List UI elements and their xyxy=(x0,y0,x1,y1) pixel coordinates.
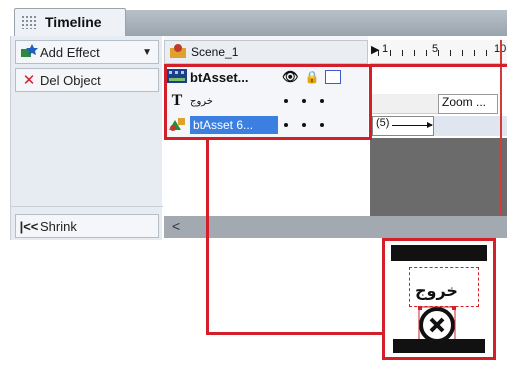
zoom-label: Zoom ... xyxy=(442,95,487,109)
highlight-frame xyxy=(164,64,372,140)
add-effect-icon xyxy=(18,43,40,62)
horizontal-scrollbar[interactable]: < xyxy=(164,216,507,238)
preview-inset: خروج xyxy=(382,238,496,360)
ruler-mark-1: 1 xyxy=(382,43,389,55)
window-header: Timeline xyxy=(0,0,507,36)
preview-bottom-bar xyxy=(393,339,485,353)
tab-timeline[interactable]: Timeline xyxy=(14,8,126,36)
timeline-area[interactable]: ▶ 1 5 10 Zoom ... (5) xyxy=(370,36,507,216)
scene-row[interactable]: Scene_1 xyxy=(164,40,368,64)
time-ruler[interactable]: ▶ 1 5 10 xyxy=(370,40,507,64)
timeline-row-text[interactable] xyxy=(370,94,440,114)
shrink-label: Shrink xyxy=(40,218,77,234)
double-chevron-left-icon: |<< xyxy=(19,218,39,234)
preview-text: خروج xyxy=(415,283,458,300)
add-effect-label: Add Effect xyxy=(40,44,100,60)
highlight-line xyxy=(370,64,507,67)
delete-x-icon: ✕ xyxy=(22,72,36,89)
grip-icon xyxy=(21,15,37,29)
ruler-mark-5: 5 xyxy=(432,43,439,55)
scroll-left-icon[interactable]: < xyxy=(172,218,180,234)
divider xyxy=(11,206,163,207)
preview-top-bar xyxy=(391,245,487,261)
frame-cell[interactable]: (5) xyxy=(372,116,434,136)
frame-label: (5) xyxy=(376,117,390,129)
tab-title: Timeline xyxy=(45,14,102,30)
add-effect-button[interactable]: Add Effect ▼ xyxy=(15,40,159,64)
callout-line-vertical xyxy=(206,140,209,335)
arrow-right-icon xyxy=(392,122,433,128)
del-object-button[interactable]: ✕ Del Object xyxy=(15,68,159,92)
timeline-empty-area xyxy=(370,138,507,216)
scene-icon xyxy=(165,43,191,62)
tab-strip xyxy=(126,10,507,36)
left-panel: Add Effect ▼ ✕ Del Object |<< Shrink xyxy=(10,36,163,240)
callout-line-horizontal xyxy=(206,332,386,335)
zoom-effect-cell[interactable]: Zoom ... xyxy=(438,94,498,114)
chevron-down-icon[interactable]: ▼ xyxy=(142,47,152,58)
shrink-button[interactable]: |<< Shrink xyxy=(15,214,159,238)
del-object-label: Del Object xyxy=(40,72,101,88)
scene-label: Scene_1 xyxy=(191,45,239,59)
